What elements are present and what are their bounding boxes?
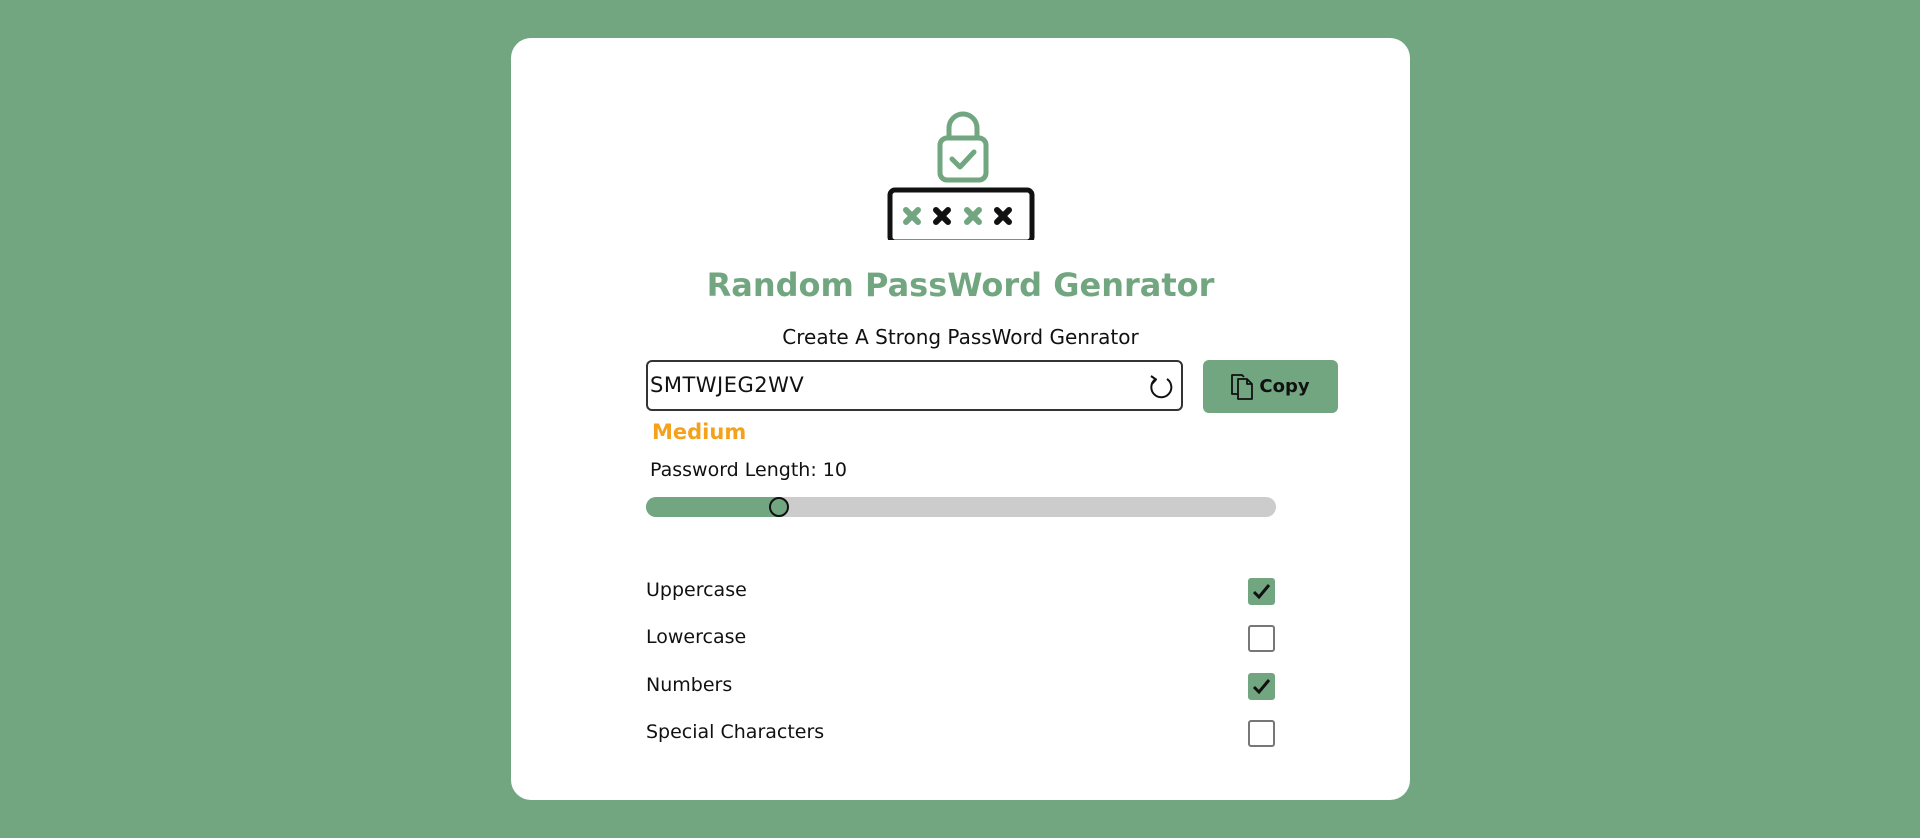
password-value[interactable]: SMTWJEG2WV bbox=[650, 373, 804, 397]
option-numbers: Numbers bbox=[646, 671, 1276, 701]
page-subtitle: Create A Strong PassWord Genrator bbox=[782, 325, 1139, 349]
password-length-label: Password Length: 10 bbox=[650, 459, 847, 481]
slider-thumb[interactable] bbox=[768, 497, 789, 517]
uppercase-checkbox[interactable] bbox=[1248, 578, 1275, 605]
check-icon bbox=[1252, 584, 1271, 600]
password-length-slider[interactable] bbox=[646, 497, 1276, 517]
page-title: Random PassWord Genrator bbox=[706, 266, 1215, 304]
option-lowercase: Lowercase bbox=[646, 623, 1276, 653]
check-icon bbox=[1252, 679, 1271, 695]
numbers-checkbox[interactable] bbox=[1248, 673, 1275, 700]
option-label: Lowercase bbox=[646, 626, 747, 648]
special-characters-checkbox[interactable] bbox=[1248, 720, 1275, 747]
lock-password-icon bbox=[887, 111, 1035, 240]
generator-card: Random PassWord Genrator Create A Strong… bbox=[511, 38, 1410, 800]
password-field[interactable]: SMTWJEG2WV bbox=[646, 360, 1183, 411]
copy-button[interactable]: Copy bbox=[1203, 360, 1338, 413]
copy-button-label: Copy bbox=[1259, 376, 1310, 397]
option-label: Uppercase bbox=[646, 579, 747, 601]
strength-indicator: Medium bbox=[652, 420, 747, 444]
lowercase-checkbox[interactable] bbox=[1248, 625, 1275, 652]
slider-fill bbox=[646, 497, 779, 517]
refresh-icon[interactable] bbox=[1147, 373, 1175, 401]
copy-icon bbox=[1231, 373, 1254, 400]
option-label: Numbers bbox=[646, 674, 733, 696]
option-label: Special Characters bbox=[646, 721, 825, 743]
option-uppercase: Uppercase bbox=[646, 576, 1276, 606]
option-special-characters: Special Characters bbox=[646, 718, 1276, 748]
